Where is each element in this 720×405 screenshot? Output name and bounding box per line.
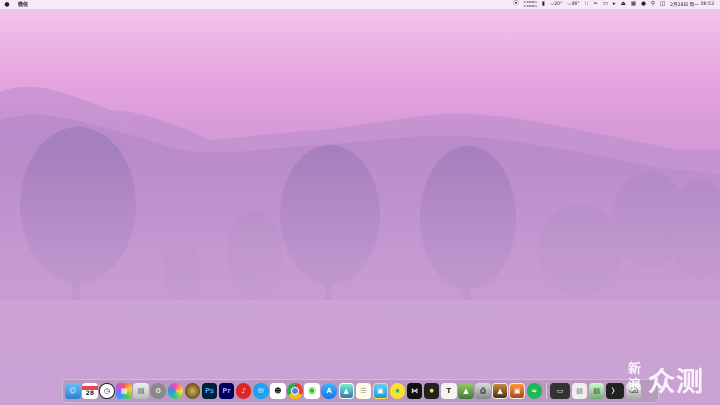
- terminal-icon[interactable]: 〉: [606, 383, 624, 399]
- photoshop-label: Ps: [204, 387, 215, 395]
- eject-icon[interactable]: ⏏: [621, 0, 626, 9]
- menu-app-name[interactable]: 微信: [18, 1, 28, 8]
- dock-separator: [545, 383, 547, 399]
- monitor-icon[interactable]: ▭: [550, 383, 571, 399]
- photos-green-icon[interactable]: ▲: [458, 383, 474, 399]
- gpu-temp[interactable]: ⌵ 46°: [567, 0, 579, 9]
- calendar-icon[interactable]: 28: [82, 383, 98, 399]
- bluetooth-icon[interactable]: ∷: [585, 0, 589, 9]
- temp1-value: 20°: [554, 2, 563, 7]
- notes-icon[interactable]: ☰: [355, 383, 372, 399]
- rec-app-icon[interactable]: ●: [423, 383, 440, 399]
- network-speed[interactable]: 0.16KB/s 0.26KB/s: [523, 1, 537, 8]
- black-app-icon[interactable]: [184, 383, 201, 399]
- spotify-icon[interactable]: ≈: [526, 383, 543, 399]
- system-preferences-icon[interactable]: ⚙: [150, 383, 166, 399]
- display-icon[interactable]: ▭: [603, 0, 608, 9]
- calendar-day: 28: [85, 389, 95, 397]
- cpu-temp[interactable]: ⌵ 20°: [550, 0, 562, 9]
- chrome-icon[interactable]: [287, 383, 303, 399]
- netease-music-icon[interactable]: ♪: [235, 383, 252, 399]
- document-icon[interactable]: ▤: [571, 383, 588, 399]
- printer-icon[interactable]: ⎙: [475, 383, 491, 399]
- images-icon[interactable]: ▣: [509, 383, 525, 399]
- watermark-char-2: 浪: [628, 378, 642, 393]
- control-center-icon[interactable]: ▦: [631, 0, 636, 9]
- text-edit-icon[interactable]: T: [441, 383, 457, 399]
- wechat-icon[interactable]: ◉: [304, 383, 320, 399]
- menu-date: 2月28日 周一: [670, 2, 699, 8]
- wifi-icon[interactable]: ≈: [593, 0, 598, 9]
- alert-icon[interactable]: ⦿: [513, 0, 519, 9]
- desktop: ● 微信 ⦿ 0.16KB/s 0.26KB/s ▮ ⌵ 20° ⌵ 46° ∷…: [0, 0, 720, 405]
- photo-gallery-icon[interactable]: ▲: [492, 383, 508, 399]
- battery-icon[interactable]: ▮: [542, 0, 545, 9]
- menu-bar-status-area: ⦿ 0.16KB/s 0.26KB/s ▮ ⌵ 20° ⌵ 46° ∷ ≈ ▭ …: [513, 0, 714, 9]
- premiere-icon[interactable]: Pr: [218, 383, 235, 399]
- premiere-label: Pr: [222, 387, 231, 395]
- message-icon[interactable]: ✉: [253, 383, 269, 399]
- menu-time: 06:53: [700, 2, 714, 7]
- watermark: 新 浪 众测: [628, 358, 716, 398]
- finder-icon[interactable]: ☺: [65, 383, 81, 399]
- menu-bar: ● 微信 ⦿ 0.16KB/s 0.26KB/s ▮ ⌵ 20° ⌵ 46° ∷…: [0, 0, 720, 9]
- launchpad-icon[interactable]: ▦: [116, 383, 132, 399]
- temp2-value: 46°: [571, 2, 580, 7]
- capcut-icon[interactable]: ⋈: [406, 383, 423, 399]
- menu-clock[interactable]: 2月28日 周一 06:53: [670, 2, 714, 8]
- photoshop-icon[interactable]: Ps: [201, 383, 218, 399]
- screenshot-icon[interactable]: ▣: [372, 383, 389, 399]
- volume-icon[interactable]: ▸: [613, 0, 616, 9]
- app-store-icon[interactable]: A: [321, 383, 337, 399]
- wallpaper-forest-fog: [0, 86, 720, 405]
- color-app-icon[interactable]: [167, 383, 184, 399]
- yellow-app-icon[interactable]: ★: [389, 383, 406, 399]
- user-icon[interactable]: ●: [641, 0, 646, 9]
- stack-icon[interactable]: ▤: [588, 383, 605, 399]
- clock-icon[interactable]: ◷: [99, 383, 115, 399]
- watermark-brand: 众测: [648, 367, 704, 398]
- net-down-speed: 0.26KB/s: [523, 3, 537, 8]
- qq-icon[interactable]: ☻: [270, 383, 286, 399]
- text-edit-label: T: [446, 387, 452, 395]
- apple-icon[interactable]: ●: [4, 1, 10, 8]
- preview-icon[interactable]: ▤: [133, 383, 149, 399]
- photo-viewer-icon[interactable]: ▲: [338, 383, 354, 399]
- dock: ☺ 28 ◷ ▦ ▤ ⚙ Ps Pr ♪ ✉ ☻ ◉ A ▲ ☰ ▣ ★ ⋈ ●…: [62, 379, 659, 403]
- spotlight-icon[interactable]: ⚲: [651, 0, 655, 9]
- screen-icon[interactable]: ◫: [660, 0, 665, 9]
